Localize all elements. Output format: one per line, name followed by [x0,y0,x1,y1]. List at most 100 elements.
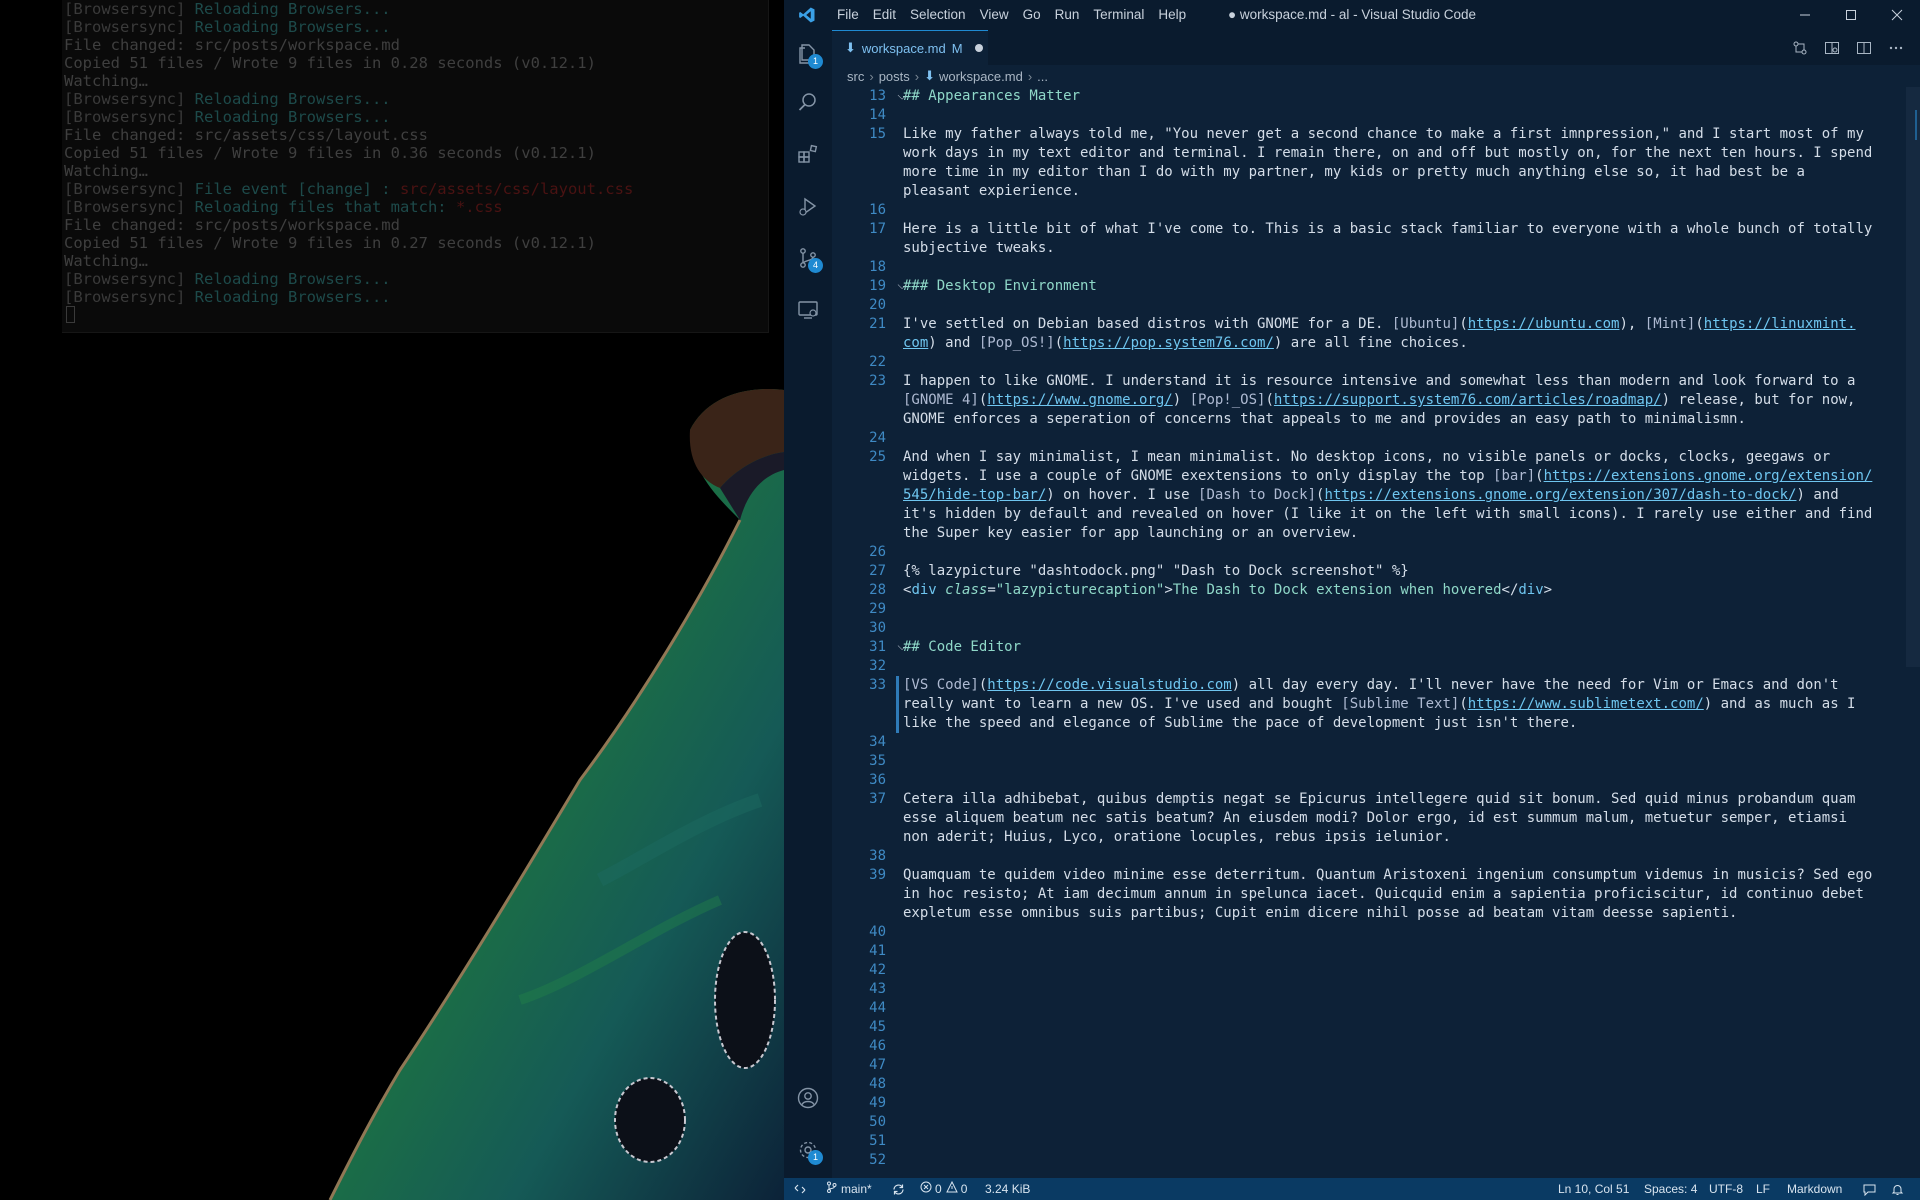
code-link[interactable]: https://linuxmint. [1704,316,1856,332]
run-debug-icon[interactable] [784,182,832,230]
fold-chevron-icon[interactable]: ⌵ [898,87,909,107]
menu-edit[interactable]: Edit [866,0,903,30]
search-icon[interactable] [784,78,832,126]
code-link[interactable]: 545/hide-top-bar/ [903,487,1046,503]
cursor-position[interactable]: Ln 10, Col 51 [1558,1178,1629,1200]
code-line[interactable]: non aderit; Huius, Lyco, oratione locupl… [903,828,1451,847]
fold-chevron-icon[interactable]: ⌵ [898,637,909,658]
minimize-icon[interactable] [1782,0,1828,30]
indentation-setting[interactable]: Spaces: 4 [1644,1178,1697,1200]
terminal-text: File changed: src/posts/workspace.md [64,36,400,54]
terminal-prompt[interactable] [62,306,768,324]
terminal-window[interactable]: [Browsersync] Reloading Browsers... [Brow… [62,0,769,333]
code-link[interactable]: https://support.system76.com/articles/ro… [1274,392,1662,408]
menu-view[interactable]: View [973,0,1016,30]
modified-lines-indicator[interactable] [896,676,899,733]
notifications-bell-icon[interactable] [1891,1178,1904,1200]
breadcrumb-item-src[interactable]: src [847,69,864,84]
breadcrumb-item-symbol[interactable]: ... [1037,69,1048,84]
vscode-logo-icon[interactable] [784,0,830,30]
maximize-icon[interactable] [1828,0,1874,30]
code-line[interactable]: more time in my editor than I do with my… [903,163,1805,182]
fold-chevron-icon[interactable]: ⌵ [898,276,909,297]
language-mode[interactable]: Markdown [1787,1178,1842,1200]
code-link[interactable]: https://ubuntu.com [1468,316,1620,332]
code-token: it's hidden by default and revealed on h… [903,506,1873,522]
terminal-text: ] [176,0,195,18]
code-line[interactable]: GNOME enforces a seperation of concerns … [903,410,1746,429]
code-line[interactable]: ### Desktop Environment [903,277,1097,296]
code-link[interactable]: https://pop.system76.com/ [1063,335,1274,351]
code-line[interactable]: Cetera illa adhibebat, quibus demptis ne… [903,790,1855,809]
menu-go[interactable]: Go [1016,0,1048,30]
account-icon[interactable] [784,1074,832,1122]
editor-area[interactable]: 13 14 15 16 17 18 19 20 21 22 23 24 25 26 27 28 29 30 31 32… [832,87,1920,1178]
more-actions-icon[interactable] [1880,30,1912,65]
code-line[interactable]: it's hidden by default and revealed on h… [903,505,1872,524]
open-changes-icon[interactable] [1784,30,1816,65]
remote-explorer-icon[interactable] [784,286,832,334]
code-line[interactable]: subjective tweaks. [903,239,1055,258]
sync-icon[interactable] [892,1178,905,1200]
code-link[interactable]: https://extensions.gnome.org/extension/ [1544,468,1873,484]
explorer-icon[interactable]: 1 [784,30,832,78]
menu-file[interactable]: File [830,0,866,30]
code-line[interactable]: really want to learn a new OS. I've used… [903,695,1855,714]
code-line[interactable]: I've settled on Debian based distros wit… [903,315,1856,334]
vertical-scrollbar[interactable] [1906,87,1920,667]
source-control-icon[interactable]: 4 [784,234,832,282]
code-line[interactable]: the Super key easier for app launching o… [903,524,1358,543]
code-line[interactable]: esse aliquem beatum nec satis beatum? An… [903,809,1847,828]
menu-terminal[interactable]: Terminal [1086,0,1151,30]
code-line[interactable]: [VS Code](https://code.visualstudio.com)… [903,676,1839,695]
branch-indicator[interactable]: main* [826,1178,872,1200]
code-line[interactable]: expletum esse omnibus suis partibus; Cup… [903,904,1737,923]
unsaved-dot-icon[interactable] [974,44,983,52]
code-link[interactable]: https://www.sublimetext.com/ [1468,696,1704,712]
code-line[interactable]: Here is a little bit of what I've come t… [903,220,1872,239]
tab-workspace-md[interactable]: ⬇ workspace.md M [832,30,988,65]
extensions-icon[interactable] [784,130,832,178]
terminal-text: ] [176,90,195,108]
end-of-line[interactable]: LF [1756,1178,1770,1200]
code-link[interactable]: https://www.gnome.org/ [987,392,1172,408]
code-token: ### Desktop Environment [903,278,1097,294]
breadcrumb-item-posts[interactable]: posts [879,69,910,84]
file-encoding[interactable]: UTF-8 [1709,1178,1743,1200]
code-line[interactable]: pleasant expierience. [903,182,1080,201]
remote-indicator-icon[interactable] [794,1178,806,1200]
code-line[interactable]: <div class="lazypicturecaption">The Dash… [903,581,1552,600]
code-line[interactable]: ## Code Editor [903,638,1021,657]
line-number: 25 [869,449,886,465]
breadcrumb-item-file[interactable]: workspace.md [939,69,1023,84]
feedback-icon[interactable] [1863,1178,1876,1200]
line-number: 32 [869,658,886,674]
line-number: 36 [869,772,886,788]
code-line[interactable]: And when I say minimalist, I mean minima… [903,448,1830,467]
code-line[interactable]: work days in my text editor and terminal… [903,144,1872,163]
close-icon[interactable] [1874,0,1920,30]
code-line[interactable]: ## Appearances Matter [903,87,1080,106]
code-line[interactable]: com) and [Pop_OS!](https://pop.system76.… [903,334,1468,353]
code-line[interactable]: in hoc resisto; At iam decimum annum in … [903,885,1864,904]
menu-help[interactable]: Help [1151,0,1193,30]
code-link[interactable]: com [903,335,928,351]
settings-gear-icon[interactable]: 1 [784,1126,832,1174]
code-line[interactable]: I happen to like GNOME. I understand it … [903,372,1855,391]
problems-indicator[interactable]: 0 0 [920,1178,967,1200]
code-line[interactable]: 545/hide-top-bar/) on hover. I use [Dash… [903,486,1839,505]
code-line[interactable]: Like my father always told me, "You neve… [903,125,1864,144]
open-preview-icon[interactable] [1816,30,1848,65]
activity-bar: 1 4 1 [784,30,832,1178]
menu-run[interactable]: Run [1048,0,1087,30]
menu-selection[interactable]: Selection [903,0,973,30]
split-editor-icon[interactable] [1848,30,1880,65]
code-line[interactable]: {% lazypicture "dashtodock.png" "Dash to… [903,562,1409,581]
code-line[interactable]: [GNOME 4] (https://www.gnome.org/) [Pop!_… [903,391,1856,410]
code-link[interactable]: https://code.visualstudio.com [987,677,1231,693]
code-line[interactable]: widgets. I use a couple of GNOME exexten… [903,467,1872,486]
terminal-text: Reloading Browsers... [194,288,391,306]
code-link[interactable]: https://extensions.gnome.org/extension/3… [1324,487,1796,503]
code-line[interactable]: Quamquam te quidem video minime esse det… [903,866,1872,885]
code-line[interactable]: like the speed and elegance of Sublime t… [903,714,1577,733]
